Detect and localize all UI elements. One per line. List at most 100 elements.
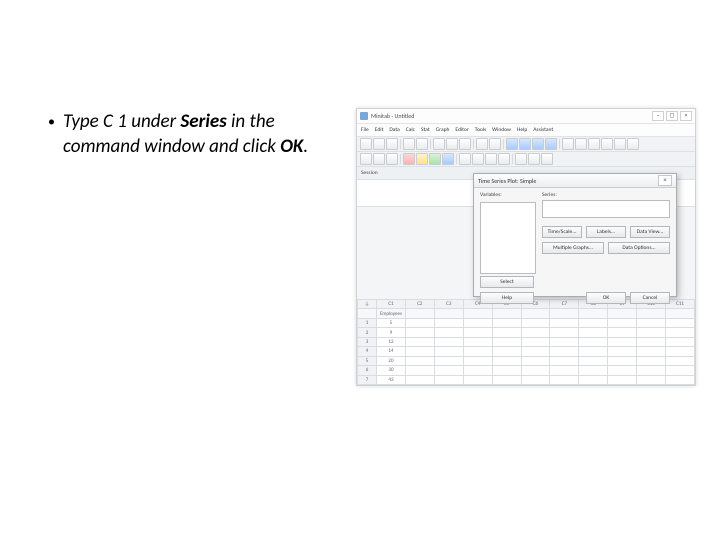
cancel-button[interactable]: Cancel (630, 292, 670, 304)
app-title-left: Minitab - Untitled (360, 112, 414, 120)
menu-graph[interactable]: Graph (436, 127, 450, 133)
tb-btn[interactable] (575, 138, 587, 150)
series-label: Series: (542, 192, 557, 198)
cell[interactable]: 12 (377, 337, 406, 346)
window-controls: – ◻ × (652, 111, 692, 121)
tb-btn[interactable] (459, 138, 471, 150)
labels-button[interactable]: Labels... (586, 226, 626, 238)
tb-btn[interactable] (498, 153, 510, 165)
worksheet[interactable]: ↓ C1 C2 C3 C4 C5 C6 C7 C8 C9 C10 C11 Emp… (357, 299, 695, 385)
menu-editor[interactable]: Editor (455, 127, 468, 133)
tb-btn[interactable] (476, 138, 488, 150)
menu-calc[interactable]: Calc (406, 127, 415, 133)
tb-sep (559, 139, 560, 149)
tb-sep (400, 139, 401, 149)
row-header[interactable]: 5 (358, 356, 377, 365)
data-view-button[interactable]: Data View... (630, 226, 670, 238)
menu-file[interactable]: File (361, 127, 369, 133)
tb-sep (512, 154, 513, 164)
select-button[interactable]: Select (480, 276, 534, 288)
menu-data[interactable]: Data (389, 127, 399, 133)
tb-btn[interactable] (506, 138, 518, 150)
toolbar-row-1 (357, 137, 695, 152)
tb-btn[interactable] (429, 153, 441, 165)
tb-btn[interactable] (528, 153, 540, 165)
tb-btn[interactable] (627, 138, 639, 150)
col-header[interactable]: C1 (377, 300, 406, 309)
tb-btn[interactable] (403, 138, 415, 150)
menu-stat[interactable]: Stat (421, 127, 430, 133)
row-header[interactable]: 4 (358, 347, 377, 356)
tb-btn[interactable] (360, 153, 372, 165)
tb-btn[interactable] (416, 153, 428, 165)
dialog-body: Variables: Series: Time/Scale... Labels.… (474, 188, 676, 297)
cell[interactable]: 5 (377, 318, 406, 327)
worksheet-varname-row: Employees (358, 309, 695, 318)
app-icon (360, 112, 368, 120)
tb-sep (400, 154, 401, 164)
tb-btn[interactable] (485, 153, 497, 165)
tb-btn[interactable] (459, 153, 471, 165)
tb-btn[interactable] (519, 138, 531, 150)
tb-btn[interactable] (532, 138, 544, 150)
cell[interactable]: 20 (377, 356, 406, 365)
tb-btn[interactable] (386, 138, 398, 150)
tb-btn[interactable] (360, 138, 372, 150)
tb-sep (503, 139, 504, 149)
series-input[interactable] (542, 200, 670, 218)
multiple-graphs-button[interactable]: Multiple Graphs... (542, 242, 604, 254)
toolbar-row-2 (357, 152, 695, 167)
row-header[interactable]: 2 (358, 328, 377, 337)
instr-frag-series: Series (180, 110, 226, 133)
tb-btn[interactable] (403, 153, 415, 165)
tb-btn[interactable] (472, 153, 484, 165)
row-header[interactable]: 7 (358, 375, 377, 385)
worksheet-wrap: ↓ C1 C2 C3 C4 C5 C6 C7 C8 C9 C10 C11 Emp… (357, 299, 695, 385)
col-header[interactable]: C7 (550, 300, 579, 309)
close-button[interactable]: × (680, 111, 692, 121)
variables-listbox[interactable] (480, 202, 536, 274)
slide: • Type C 1 under Series in the command w… (0, 0, 720, 540)
cell[interactable]: 30 (377, 366, 406, 375)
col-header[interactable]: C2 (405, 300, 434, 309)
menu-help[interactable]: Help (517, 127, 527, 133)
tb-btn[interactable] (416, 138, 428, 150)
worksheet-corner[interactable]: ↓ (358, 300, 377, 309)
maximize-button[interactable]: ◻ (666, 111, 678, 121)
minimize-button[interactable]: – (652, 111, 664, 121)
row-header[interactable]: 1 (358, 318, 377, 327)
tb-btn[interactable] (588, 138, 600, 150)
tb-btn[interactable] (489, 138, 501, 150)
help-button[interactable]: Help (480, 292, 534, 304)
menu-edit[interactable]: Edit (375, 127, 384, 133)
tb-btn[interactable] (601, 138, 613, 150)
cell[interactable]: 9 (377, 328, 406, 337)
timescale-button[interactable]: Time/Scale... (542, 226, 582, 238)
row-header[interactable]: 6 (358, 366, 377, 375)
menu-assistant[interactable]: Assistant (533, 127, 553, 133)
col-header[interactable]: C3 (434, 300, 463, 309)
data-options-button[interactable]: Data Options... (608, 242, 670, 254)
tb-btn[interactable] (545, 138, 557, 150)
tb-btn[interactable] (614, 138, 626, 150)
ok-button[interactable]: OK (586, 292, 626, 304)
app-title-text: Minitab - Untitled (371, 112, 414, 120)
menu-tools[interactable]: Tools (475, 127, 486, 133)
table-row: 4 14 (358, 347, 695, 356)
tb-btn[interactable] (446, 138, 458, 150)
tb-btn[interactable] (373, 153, 385, 165)
tb-btn[interactable] (442, 153, 454, 165)
varname-cell[interactable]: Employees (377, 309, 406, 318)
menu-window[interactable]: Window (492, 127, 511, 133)
cell[interactable]: 14 (377, 347, 406, 356)
tb-btn[interactable] (541, 153, 553, 165)
tb-btn[interactable] (386, 153, 398, 165)
row-header[interactable]: 3 (358, 337, 377, 346)
tb-btn[interactable] (562, 138, 574, 150)
dialog-close-button[interactable]: × (658, 175, 672, 186)
tb-btn[interactable] (515, 153, 527, 165)
tb-btn[interactable] (373, 138, 385, 150)
tb-btn[interactable] (433, 138, 445, 150)
instr-frag-post: . (303, 135, 308, 158)
cell[interactable]: 43 (377, 375, 406, 385)
